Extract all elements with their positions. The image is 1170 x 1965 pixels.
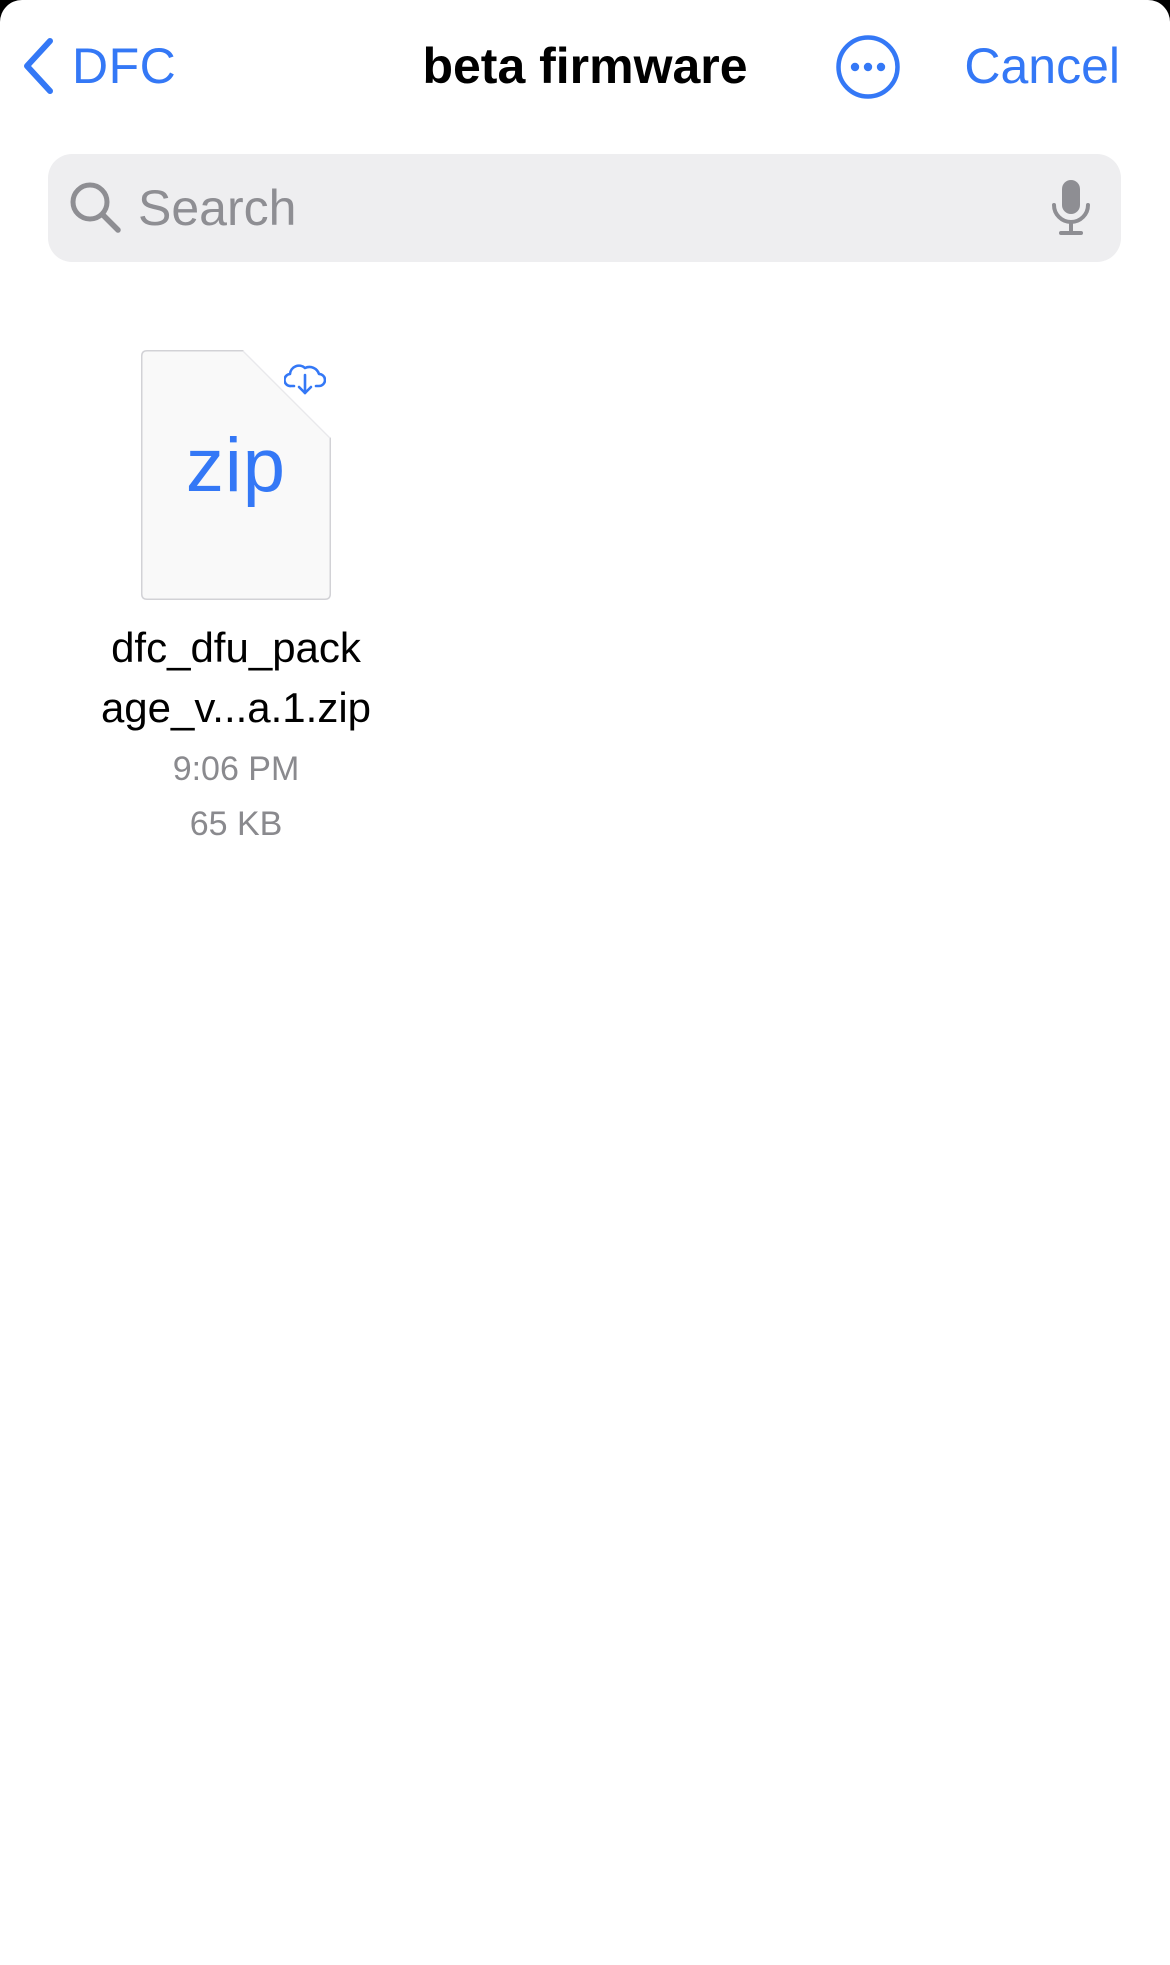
- file-extension-label: zip: [185, 423, 287, 508]
- cloud-download-icon: [283, 358, 327, 398]
- magnifying-glass-icon: [68, 180, 124, 236]
- ellipsis-circle-icon: [835, 35, 901, 104]
- file-name-line-1: dfc_dfu_pack: [111, 624, 361, 671]
- microphone-icon[interactable]: [1048, 178, 1094, 238]
- chevron-left-icon: [22, 37, 54, 95]
- file-size: 65 KB: [189, 805, 283, 843]
- more-options-button[interactable]: [835, 34, 901, 100]
- navigation-bar: DFC beta firmware Cancel: [0, 0, 1170, 140]
- back-button-label: DFC: [72, 38, 177, 94]
- file-item[interactable]: zip dfc_dfu_pack age_v...a.1.zip 9:06 PM…: [60, 350, 410, 850]
- file-modified-time: 9:06 PM: [172, 750, 300, 788]
- cancel-button[interactable]: Cancel: [964, 30, 1120, 102]
- search-bar[interactable]: [48, 154, 1121, 262]
- file-name-line-2: age_v...a.1.zip: [100, 684, 372, 731]
- back-button[interactable]: DFC: [22, 30, 176, 102]
- page-title: beta firmware: [422, 38, 748, 94]
- search-input[interactable]: [138, 154, 988, 262]
- file-name: dfc_dfu_pack age_v...a.1.zip: [60, 618, 412, 738]
- file-picker-sheet: DFC beta firmware Cancel Search zip dfc_…: [0, 0, 1170, 1965]
